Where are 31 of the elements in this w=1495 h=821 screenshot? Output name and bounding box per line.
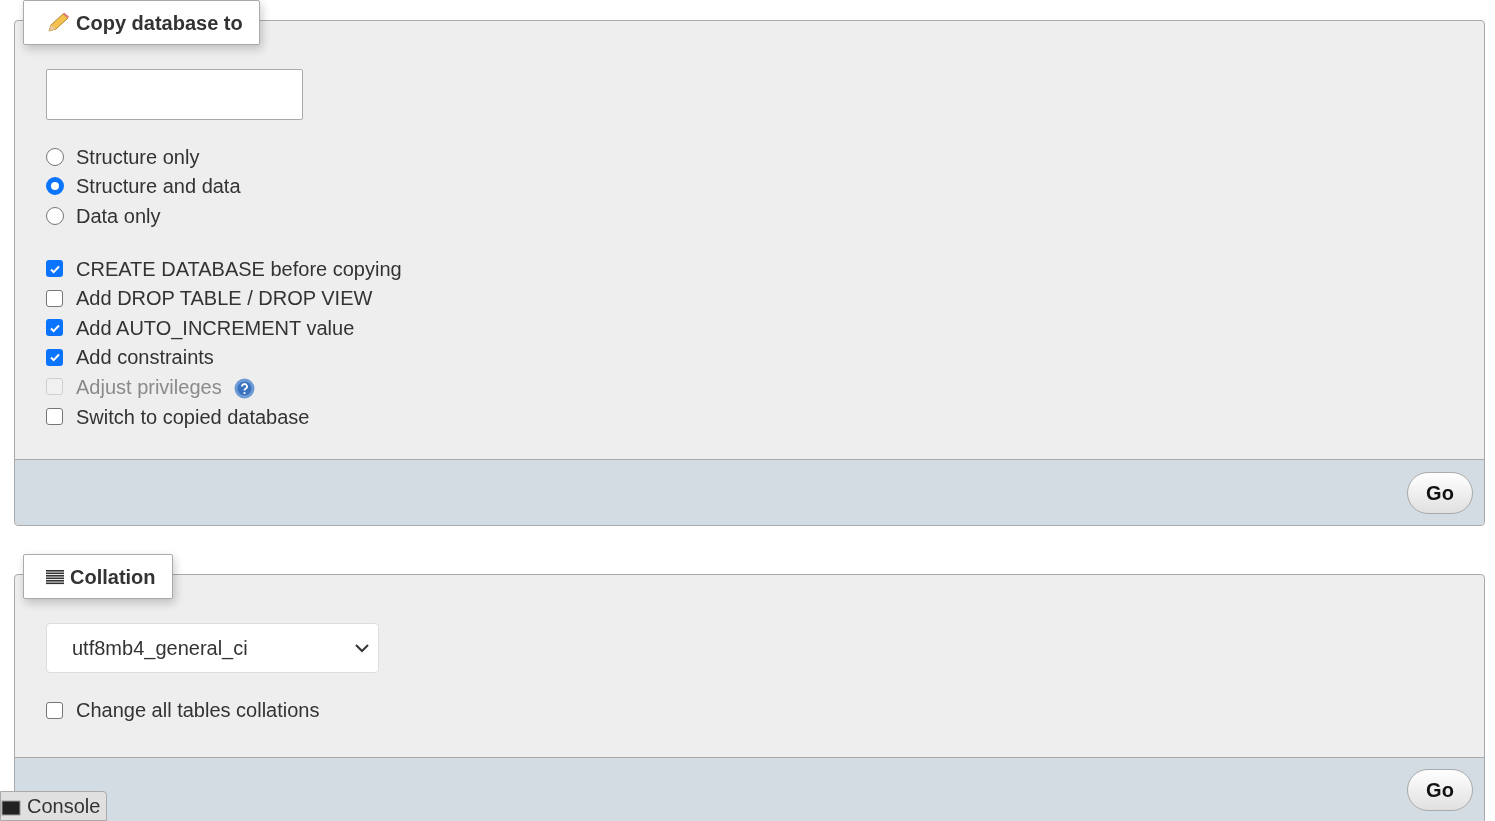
checkbox[interactable]	[46, 289, 63, 307]
list-icon	[46, 568, 64, 585]
option-label: Add DROP TABLE / DROP VIEW	[76, 286, 373, 312]
radio-button[interactable]	[46, 147, 64, 166]
checkmark-icon	[48, 351, 61, 364]
database-name-field[interactable]	[46, 69, 303, 120]
radio-label: Structure only	[76, 144, 200, 170]
checkbox[interactable]	[46, 701, 63, 719]
legend-title: Collation	[70, 564, 156, 590]
option-label: CREATE DATABASE before copying	[76, 256, 402, 282]
console-tab[interactable]: Console	[0, 791, 108, 821]
terminal-icon	[1, 800, 21, 816]
radio-label: Structure and data	[76, 174, 241, 200]
checkbox[interactable]	[46, 408, 63, 426]
pencil-icon	[46, 11, 70, 34]
collation-select[interactable]: utf8mb4_general_ci	[46, 623, 379, 674]
option-label: Add constraints	[76, 345, 214, 371]
chevron-down-icon	[355, 643, 369, 653]
option-label: Adjust privileges	[76, 374, 222, 400]
option-label: Switch to copied database	[76, 404, 310, 430]
checkbox[interactable]	[46, 260, 63, 278]
checkbox[interactable]	[46, 348, 63, 366]
legend-title: Copy database to	[76, 10, 243, 36]
radio-button[interactable]	[46, 207, 64, 225]
radio-button[interactable]	[46, 177, 64, 196]
radio-label: Data only	[76, 204, 161, 229]
checkbox[interactable]	[46, 319, 63, 337]
option-label: Change all tables collations	[76, 698, 320, 724]
option-label: Add AUTO_INCREMENT value	[76, 315, 355, 342]
go-button[interactable]: Go	[1407, 769, 1473, 812]
go-button[interactable]: Go	[1407, 471, 1473, 514]
